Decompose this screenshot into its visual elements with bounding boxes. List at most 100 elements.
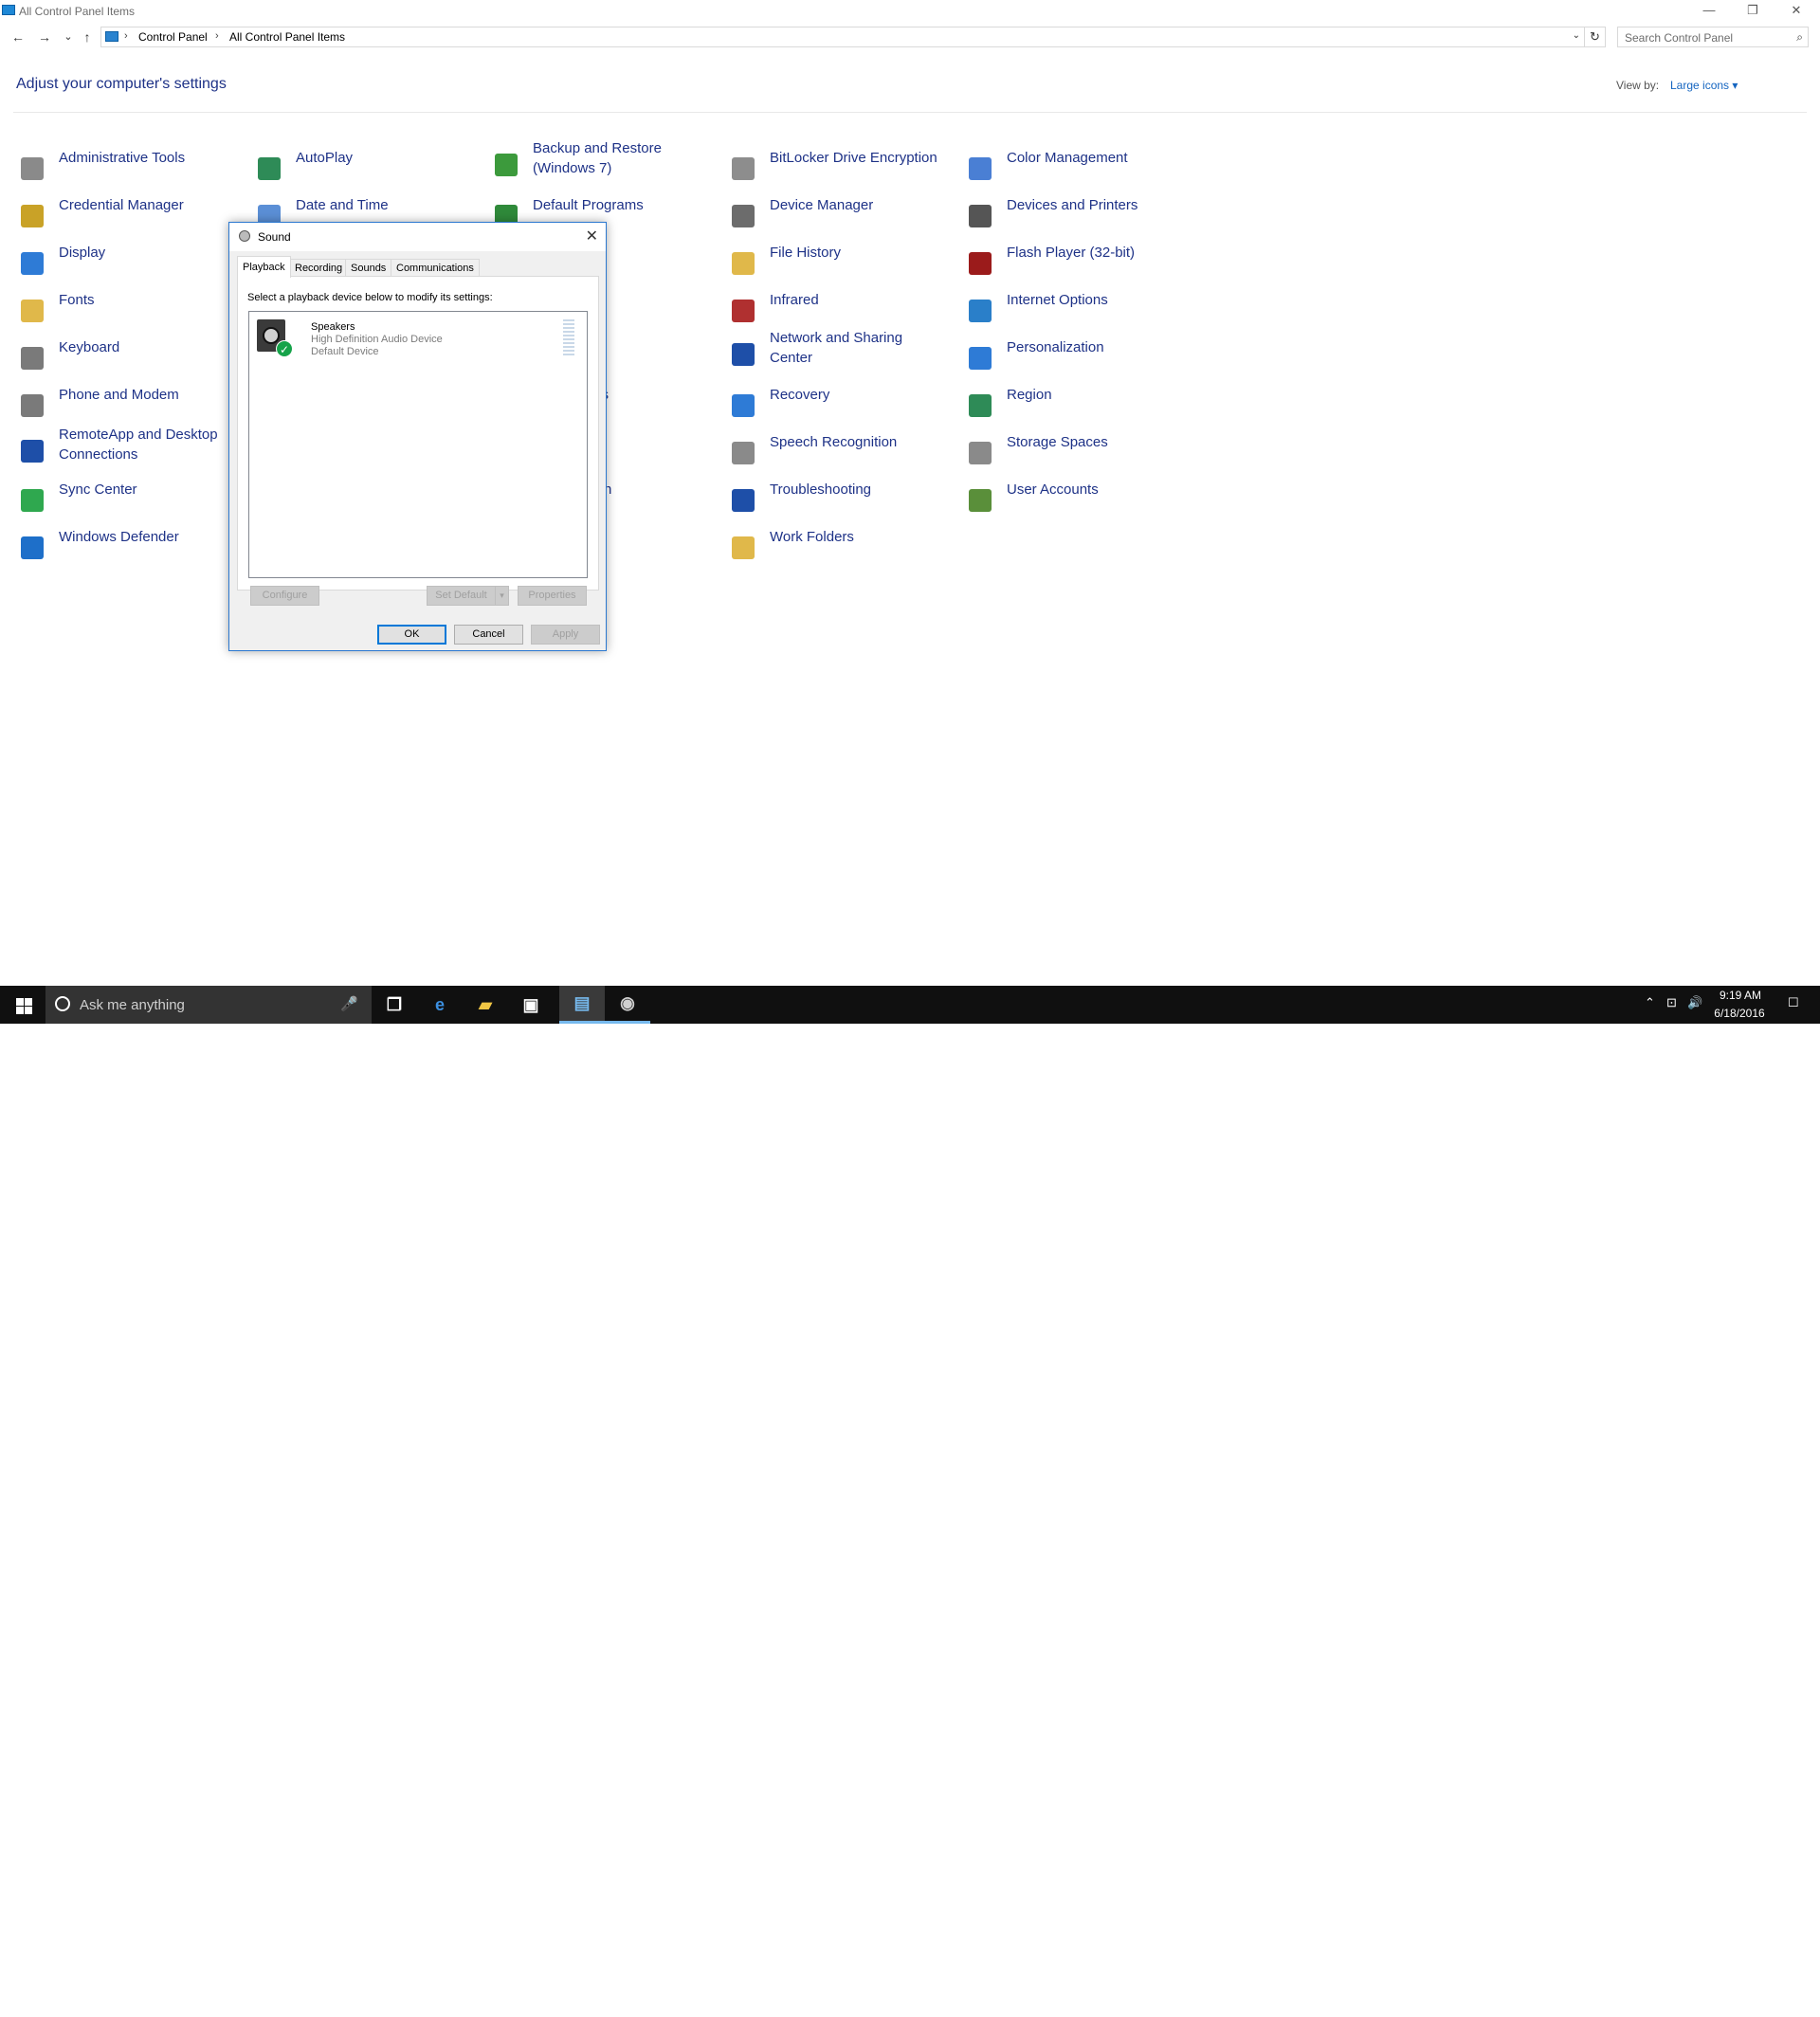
properties-button[interactable]: Properties [518, 586, 587, 606]
keyboard-icon [17, 343, 47, 373]
divider [13, 112, 1807, 113]
item-remoteapp[interactable]: RemoteApp and Desktop Connections [17, 425, 245, 466]
breadcrumb-control-panel[interactable]: Control Panel [138, 30, 208, 44]
item-label: Date and Time [296, 197, 389, 213]
user-accounts-icon [965, 485, 995, 516]
search-input[interactable]: Search Control Panel ⌕ [1617, 27, 1809, 47]
search-icon[interactable]: ⌕ [1796, 30, 1803, 45]
tray-chevron-icon[interactable]: ⌃ [1645, 995, 1655, 1010]
administrative-tools-icon [17, 154, 47, 184]
file-explorer-icon: ▰ [479, 994, 492, 1014]
view-by-dropdown[interactable]: Large icons ▾ [1670, 79, 1738, 92]
work-folders-icon [728, 533, 758, 563]
clock-time[interactable]: 9:19 AM [1714, 989, 1767, 1002]
item-label: Keyboard [59, 339, 120, 355]
item-label: Flash Player (32-bit) [1007, 245, 1136, 261]
configure-button[interactable]: Configure [250, 586, 319, 606]
recent-locations-button[interactable]: ⌄ [60, 27, 77, 46]
tab-playback[interactable]: Playback [237, 256, 291, 278]
network-icon[interactable]: ⊡ [1666, 995, 1677, 1010]
item-windows-defender[interactable]: Windows Defender [17, 527, 245, 569]
tab-recording[interactable]: Recording [289, 259, 349, 277]
item-credential-manager[interactable]: Credential Manager [17, 195, 245, 237]
item-keyboard[interactable]: Keyboard [17, 337, 245, 379]
item-recovery[interactable]: Recovery [728, 385, 956, 427]
apply-button[interactable]: Apply [531, 625, 600, 645]
set-default-dropdown[interactable]: ▾ [495, 586, 509, 606]
item-storage-spaces[interactable]: Storage Spaces [965, 432, 1192, 474]
task-view-button[interactable]: ❐ [372, 986, 417, 1024]
set-default-button[interactable]: Set Default [427, 586, 496, 606]
up-button[interactable]: ↑ [79, 27, 96, 46]
item-backup-restore[interactable]: Backup and Restore (Windows 7) [491, 138, 719, 180]
minimize-button[interactable]: — [1687, 0, 1731, 21]
item-fonts[interactable]: Fonts [17, 290, 245, 332]
store-button[interactable]: ▣ [508, 986, 554, 1024]
item-sync-center[interactable]: Sync Center [17, 480, 245, 521]
volume-icon[interactable]: 🔊 [1687, 995, 1702, 1010]
item-label: Recovery [770, 387, 830, 403]
sound-taskbar-button[interactable]: ◉ [605, 986, 650, 1024]
item-label: Work Folders [770, 529, 854, 545]
address-bar[interactable]: › Control Panel › All Control Panel Item… [100, 27, 1585, 47]
sound-dialog: Sound ✕ Playback Recording Sounds Commun… [228, 222, 607, 651]
device-list[interactable]: ✓ Speakers High Definition Audio Device … [248, 311, 588, 578]
list-item[interactable]: ✓ Speakers High Definition Audio Device … [249, 312, 587, 361]
file-explorer-button[interactable]: ▰ [463, 986, 508, 1024]
item-personalization[interactable]: Personalization [965, 337, 1192, 379]
forward-button[interactable]: → [36, 27, 53, 46]
infrared-icon [728, 296, 758, 326]
item-network-sharing[interactable]: Network and Sharing Center [728, 328, 956, 370]
clock-date[interactable]: 6/18/2016 [1708, 1007, 1771, 1020]
microphone-icon[interactable]: 🎤 [340, 995, 358, 1012]
item-bitlocker[interactable]: BitLocker Drive Encryption [728, 148, 956, 190]
item-flash-player[interactable]: Flash Player (32-bit) [965, 243, 1192, 284]
cortana-search-box[interactable]: Ask me anything 🎤 [46, 986, 372, 1024]
item-color-management[interactable]: Color Management [965, 148, 1192, 190]
edge-button[interactable]: e [417, 986, 463, 1024]
backup-restore-icon [491, 150, 521, 180]
breadcrumb-all-items[interactable]: All Control Panel Items [229, 30, 345, 44]
item-autoplay[interactable]: AutoPlay [254, 148, 482, 190]
dialog-titlebar: Sound ✕ [229, 223, 606, 251]
edge-icon: e [434, 994, 445, 1014]
network-sharing-icon [728, 339, 758, 370]
restore-button[interactable]: ❐ [1731, 0, 1774, 21]
page-title: Adjust your computer's settings [16, 76, 227, 92]
cancel-button[interactable]: Cancel [454, 625, 523, 645]
watermark-text: The Collection Book [1642, 1977, 1768, 2017]
phone-modem-icon [17, 391, 47, 421]
item-work-folders[interactable]: Work Folders [728, 527, 956, 569]
dialog-close-button[interactable]: ✕ [586, 227, 598, 245]
notifications-icon[interactable]: ☐ [1788, 995, 1799, 1010]
tab-communications[interactable]: Communications [391, 259, 480, 277]
item-user-accounts[interactable]: User Accounts [965, 480, 1192, 521]
item-label: Display [59, 245, 106, 261]
item-phone-modem[interactable]: Phone and Modem [17, 385, 245, 427]
ok-button[interactable]: OK [377, 625, 446, 645]
item-devices-printers[interactable]: Devices and Printers [965, 195, 1192, 237]
cortana-icon [55, 996, 70, 1011]
close-button[interactable]: ✕ [1774, 0, 1818, 21]
refresh-button[interactable]: ↻ [1585, 27, 1606, 47]
start-button[interactable] [0, 986, 46, 1024]
item-administrative-tools[interactable]: Administrative Tools [17, 148, 245, 190]
back-button[interactable]: ← [9, 27, 27, 46]
item-region[interactable]: Region [965, 385, 1192, 427]
item-troubleshooting[interactable]: Troubleshooting [728, 480, 956, 521]
item-infrared[interactable]: Infrared [728, 290, 956, 332]
flash-player-icon [965, 248, 995, 279]
speaker-icon [239, 230, 250, 242]
item-internet-options[interactable]: Internet Options [965, 290, 1192, 332]
item-device-manager[interactable]: Device Manager [728, 195, 956, 237]
device-description: High Definition Audio Device [311, 334, 443, 345]
control-panel-taskbar-button[interactable]: ▤ [559, 986, 605, 1024]
internet-options-icon [965, 296, 995, 326]
item-file-history[interactable]: File History [728, 243, 956, 284]
tab-sounds[interactable]: Sounds [345, 259, 392, 277]
item-display[interactable]: Display [17, 243, 245, 284]
speech-recognition-icon [728, 438, 758, 468]
chevron-down-icon[interactable]: ⌄ [1573, 30, 1580, 41]
item-label: Credential Manager [59, 197, 184, 213]
item-speech-recognition[interactable]: Speech Recognition [728, 432, 956, 474]
